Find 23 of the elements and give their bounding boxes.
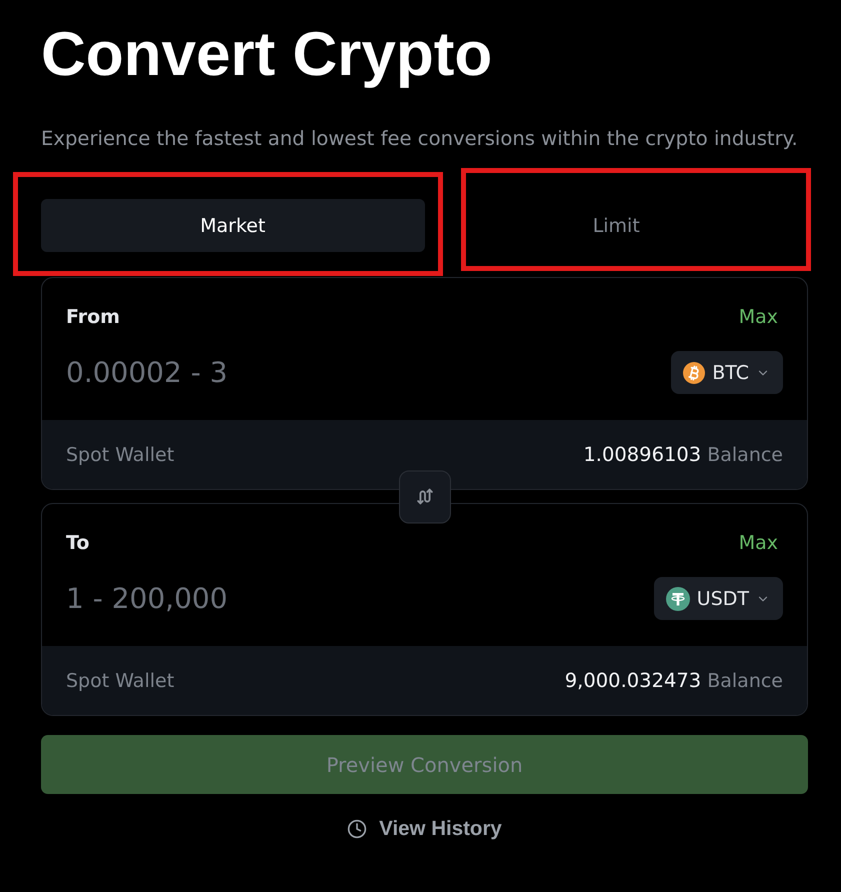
amount-field[interactable]: 1 - 200,000	[66, 578, 638, 618]
mode-tab[interactable]: Limit	[424, 199, 808, 252]
tether-coin-icon	[666, 586, 690, 610]
balance-label: Balance	[707, 444, 783, 466]
wallet-name: Spot Wallet	[66, 670, 174, 692]
swap-button[interactable]	[398, 470, 450, 523]
mode-tab[interactable]: Market	[41, 199, 424, 252]
view-history-link[interactable]: View History	[347, 814, 502, 844]
clock-icon	[347, 819, 368, 839]
panel-label: To	[66, 531, 90, 555]
page-title: Convert Crypto	[41, 19, 494, 91]
panel-label: From	[66, 305, 120, 329]
amount-field[interactable]: 0.00002 - 3	[66, 352, 656, 392]
balance-amount: 9,000.032473	[564, 669, 702, 692]
balance-label: Balance	[707, 670, 783, 692]
asset-selector[interactable]: USDT	[654, 577, 783, 620]
wallet-name: Spot Wallet	[66, 444, 174, 466]
asset-selector[interactable]: BTC	[671, 351, 783, 394]
balance-amount: 1.00896103	[583, 443, 702, 466]
page-subtitle: Experience the fastest and lowest fee conversions within the crypto industry.	[41, 127, 799, 151]
bitcoin-coin-icon	[683, 362, 706, 384]
max-button[interactable]: Max	[738, 531, 778, 555]
max-button[interactable]: Max	[738, 305, 778, 329]
